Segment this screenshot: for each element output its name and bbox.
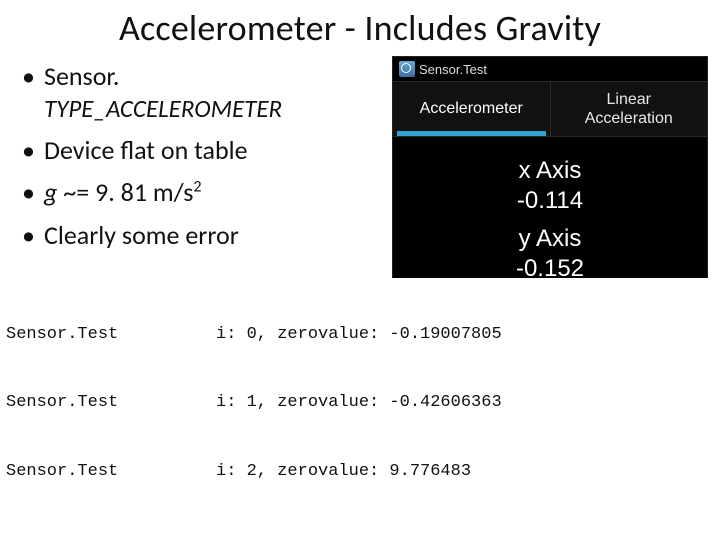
app-icon: [399, 61, 415, 77]
log-msg: i: 2, zerovalue: 9.776483: [216, 461, 714, 484]
log-row: Sensor.Testi: 1, zerovalue: -0.42606363: [6, 392, 714, 415]
bullet-device-flat: Device flat on table: [22, 134, 390, 167]
app-title: Sensor.Test: [419, 62, 487, 77]
status-bar: Sensor.Test: [393, 57, 707, 81]
tab-bar: Accelerometer Linear Acceleration: [393, 81, 707, 137]
log-tag: Sensor.Test: [6, 324, 216, 347]
tab-label: Accelerometer: [420, 99, 523, 118]
x-axis-value: -0.114: [393, 187, 707, 215]
slide: Accelerometer - Includes Gravity Sensor.…: [0, 0, 720, 540]
bullet-g-value: g ~= 9. 81 m/s2: [22, 176, 390, 209]
log-msg: i: 0, zerovalue: -0.19007805: [216, 324, 714, 347]
bullet-sensor: Sensor. TYPE_ACCELEROMETER: [22, 60, 390, 124]
y-axis-label: y Axis: [393, 225, 707, 253]
log-tag: Sensor.Test: [6, 461, 216, 484]
bullet-text: Sensor.: [44, 60, 119, 92]
logcat-output: Sensor.Testi: 0, zerovalue: -0.19007805 …: [6, 278, 714, 530]
tab-label-line1: Linear: [607, 91, 651, 108]
bullet-error: Clearly some error: [22, 219, 390, 252]
log-row: Sensor.Testi: 0, zerovalue: -0.19007805: [6, 324, 714, 347]
bullet-subtext: TYPE_ACCELEROMETER: [44, 93, 390, 124]
log-tag: Sensor.Test: [6, 392, 216, 415]
x-axis-label: x Axis: [393, 157, 707, 185]
log-msg: i: 1, zerovalue: -0.42606363: [216, 392, 714, 415]
slide-title: Accelerometer - Includes Gravity: [0, 0, 720, 54]
g-symbol: g: [44, 176, 57, 208]
tab-label-line2: Acceleration: [585, 110, 673, 127]
bullet-list: Sensor. TYPE_ACCELEROMETER Device flat o…: [0, 54, 390, 261]
tab-accelerometer[interactable]: Accelerometer: [393, 82, 550, 136]
g-exponent: 2: [193, 178, 201, 197]
log-row: Sensor.Testi: 2, zerovalue: 9.776483: [6, 461, 714, 484]
tab-label: Linear Acceleration: [585, 90, 673, 128]
g-text: ~= 9. 81 m/s: [57, 176, 193, 208]
tab-linear-acceleration[interactable]: Linear Acceleration: [550, 82, 708, 136]
